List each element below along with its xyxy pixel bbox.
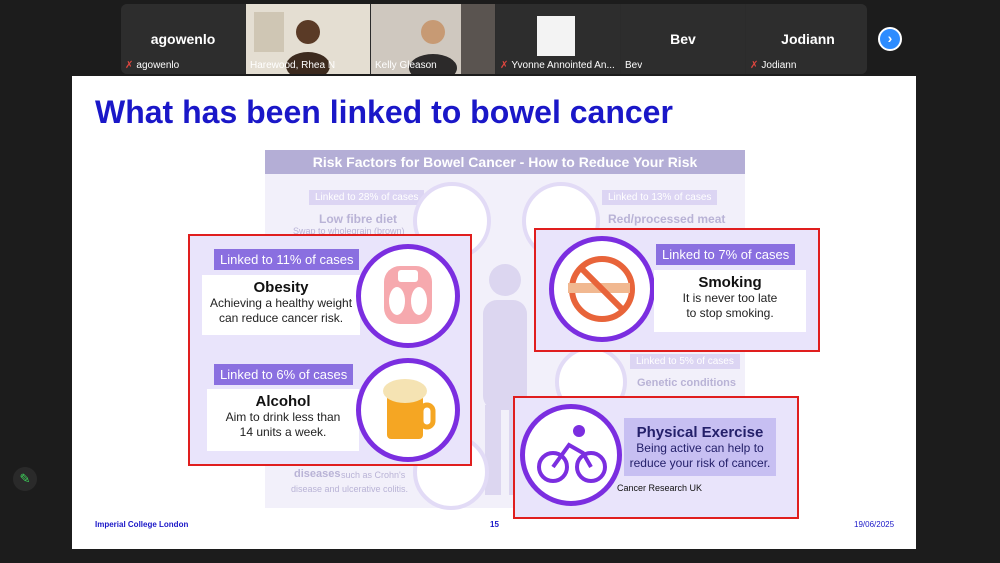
exercise-text: reduce your risk of cancer. xyxy=(629,456,771,470)
source-credit: Cancer Research UK xyxy=(617,483,703,493)
beer-icon xyxy=(356,358,460,462)
smoking-pill: Linked to 7% of cases xyxy=(656,244,796,265)
participant-label: Kelly Gleason xyxy=(375,60,437,71)
footer-institution: Imperial College London xyxy=(95,520,189,529)
participant-label-row: Harewood, Rhea N xyxy=(250,60,335,71)
participant-name-display: Bev xyxy=(670,31,696,47)
participant-tile[interactable]: ✗ Yvonne Annointed An... xyxy=(496,4,620,74)
disease-subtext: disease and ulcerative colitis. xyxy=(291,484,409,494)
disease-subtext: such as Crohn's xyxy=(341,470,406,480)
smoking-card: Smoking It is never too late to stop smo… xyxy=(654,270,806,332)
pencil-icon: ✎ xyxy=(19,471,31,486)
exercise-text: Being active can help to xyxy=(636,441,764,455)
scale-icon xyxy=(356,244,460,348)
alcohol-pill: Linked to 6% of cases xyxy=(214,364,354,385)
obesity-text: can reduce cancer risk. xyxy=(218,311,344,325)
cycling-icon xyxy=(520,404,622,506)
participant-label: Yvonne Annointed An... xyxy=(511,60,615,71)
participant-label: agowenlo xyxy=(136,60,180,71)
participant-label-row: ✗ agowenlo xyxy=(125,60,179,71)
participant-tile-video[interactable]: Harewood, Rhea N xyxy=(246,4,370,74)
smoking-text: to stop smoking. xyxy=(686,306,774,320)
obesity-heading: Obesity xyxy=(253,279,309,296)
participant-name-display: agowenlo xyxy=(150,31,216,47)
obesity-pill: Linked to 11% of cases xyxy=(214,249,360,270)
participant-strip: agowenlo ✗ agowenlo Harewood, Rhea N Kell… xyxy=(121,4,867,74)
fibre-pill: Linked to 28% of cases xyxy=(309,190,425,205)
participant-tile[interactable]: Bev Bev xyxy=(621,4,745,74)
shared-slide: What has been linked to bowel cancer Ris… xyxy=(72,76,916,549)
obesity-text: Achieving a healthy weight xyxy=(209,296,353,310)
participant-tile[interactable]: agowenlo ✗ agowenlo xyxy=(121,4,245,74)
avatar xyxy=(537,16,575,56)
meat-heading: Red/processed meat xyxy=(608,212,726,226)
participant-label-row: ✗ Yvonne Annointed An... xyxy=(500,60,615,71)
alcohol-text: 14 units a week. xyxy=(239,425,327,439)
microphone-muted-icon: ✗ xyxy=(750,60,759,71)
alcohol-heading: Alcohol xyxy=(255,393,311,410)
smoking-text: It is never too late xyxy=(682,291,778,305)
disease-heading: diseases xyxy=(294,468,341,480)
no-smoking-icon xyxy=(549,236,655,342)
exercise-card: Physical Exercise Being active can help … xyxy=(624,418,776,476)
annotate-button[interactable]: ✎ xyxy=(13,467,37,491)
fibre-heading: Low fibre diet xyxy=(319,212,397,226)
participant-name-display: Jodiann xyxy=(781,31,835,47)
chevron-right-icon: › xyxy=(887,30,893,46)
participant-label: Bev xyxy=(625,60,643,71)
alcohol-text: Aim to drink less than xyxy=(225,410,341,424)
participant-label: Jodiann xyxy=(761,60,797,71)
participant-tile[interactable]: Jodiann ✗ Jodiann xyxy=(746,4,867,74)
slide-title: What has been linked to bowel cancer xyxy=(95,94,673,130)
obesity-card: Obesity Achieving a healthy weight can r… xyxy=(202,275,360,335)
next-page-button[interactable]: › xyxy=(878,27,902,51)
participant-label-row: ✗ Jodiann xyxy=(750,60,796,71)
microphone-muted-icon: ✗ xyxy=(125,60,134,71)
infographic-title: Risk Factors for Bowel Cancer - How to R… xyxy=(265,150,745,174)
page-number: 15 xyxy=(490,520,499,529)
participant-label: Harewood, Rhea N xyxy=(250,60,336,71)
participant-label-row: Bev xyxy=(625,60,642,71)
genetic-heading: Genetic conditions xyxy=(637,377,737,389)
genetic-pill: Linked to 5% of cases xyxy=(630,354,740,369)
smoking-heading: Smoking xyxy=(698,274,762,291)
slide-date: 19/06/2025 xyxy=(854,520,895,529)
participant-label-row: Kelly Gleason xyxy=(375,60,437,71)
microphone-muted-icon: ✗ xyxy=(500,60,509,71)
alcohol-card: Alcohol Aim to drink less than 14 units … xyxy=(207,389,359,451)
participant-tile-video[interactable]: Kelly Gleason xyxy=(371,4,495,74)
meat-pill: Linked to 13% of cases xyxy=(602,190,718,205)
exercise-heading: Physical Exercise xyxy=(636,424,764,441)
